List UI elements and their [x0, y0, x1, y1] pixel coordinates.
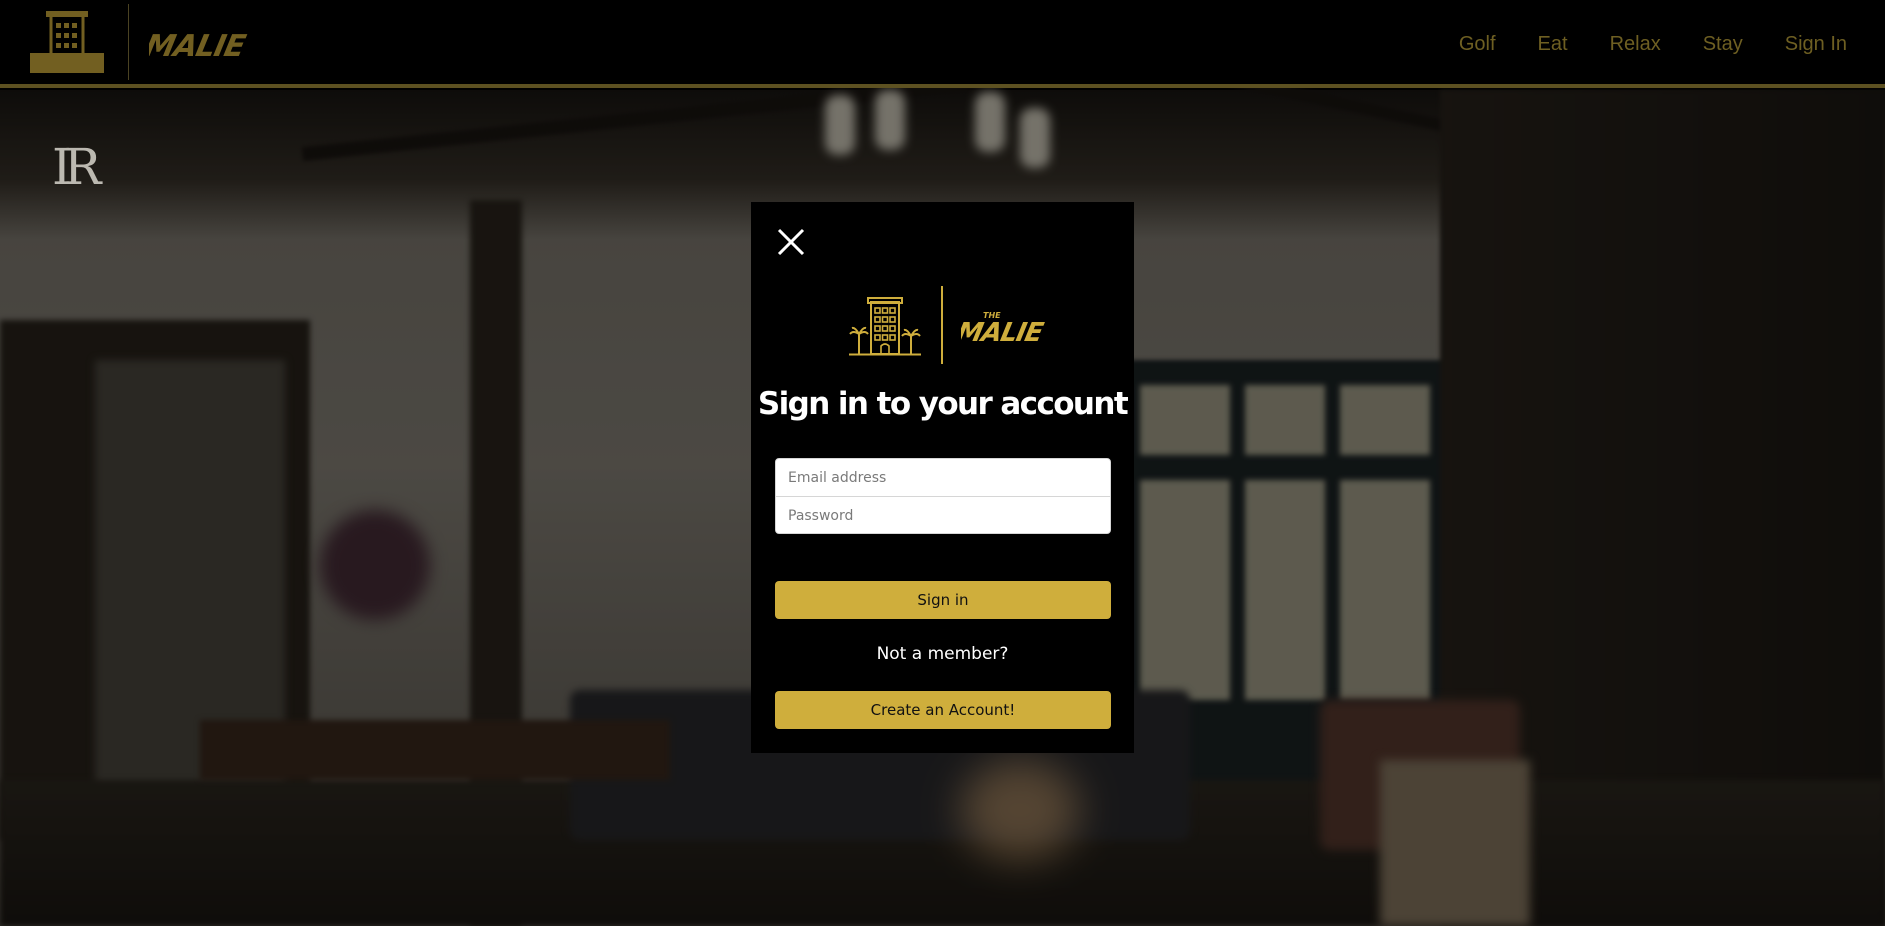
bg-monogram-logo: IR [52, 138, 101, 196]
not-member-text: Not a member? [876, 644, 1009, 664]
email-field[interactable] [776, 459, 1110, 496]
modal-logo-divider [941, 286, 943, 364]
nav-item-sign-in[interactable]: Sign In [1785, 33, 1847, 56]
header-logo-divider [128, 4, 129, 80]
hotel-building-icon [849, 297, 921, 356]
hotel-building-icon [30, 11, 104, 73]
modal-logo: THE MALIE [849, 286, 1065, 364]
password-field[interactable] [776, 497, 1110, 533]
malie-wordmark-logo: MALIE [149, 29, 249, 64]
create-account-button[interactable]: Create an Account! [775, 691, 1111, 729]
nav-item-golf[interactable]: Golf [1459, 33, 1496, 56]
malie-wordmark-logo: THE MALIE [961, 311, 1046, 345]
close-icon[interactable] [776, 227, 806, 257]
nav-item-relax[interactable]: Relax [1610, 33, 1661, 56]
header-logo[interactable]: MALIE [0, 0, 269, 86]
svg-text:MALIE: MALIE [961, 318, 1046, 345]
modal-title: Sign in to your account [757, 386, 1129, 422]
sign-in-button[interactable]: Sign in [775, 581, 1111, 619]
credentials-field-group [775, 458, 1111, 534]
nav-item-stay[interactable]: Stay [1703, 33, 1743, 56]
nav-item-eat[interactable]: Eat [1538, 33, 1568, 56]
site-header: MALIE Golf Eat Relax Stay Sign In [0, 0, 1885, 88]
svg-text:MALIE: MALIE [149, 29, 249, 64]
main-nav: Golf Eat Relax Stay Sign In [1459, 0, 1847, 88]
sign-in-modal: THE MALIE Sign in to your account Sign i… [751, 202, 1134, 753]
